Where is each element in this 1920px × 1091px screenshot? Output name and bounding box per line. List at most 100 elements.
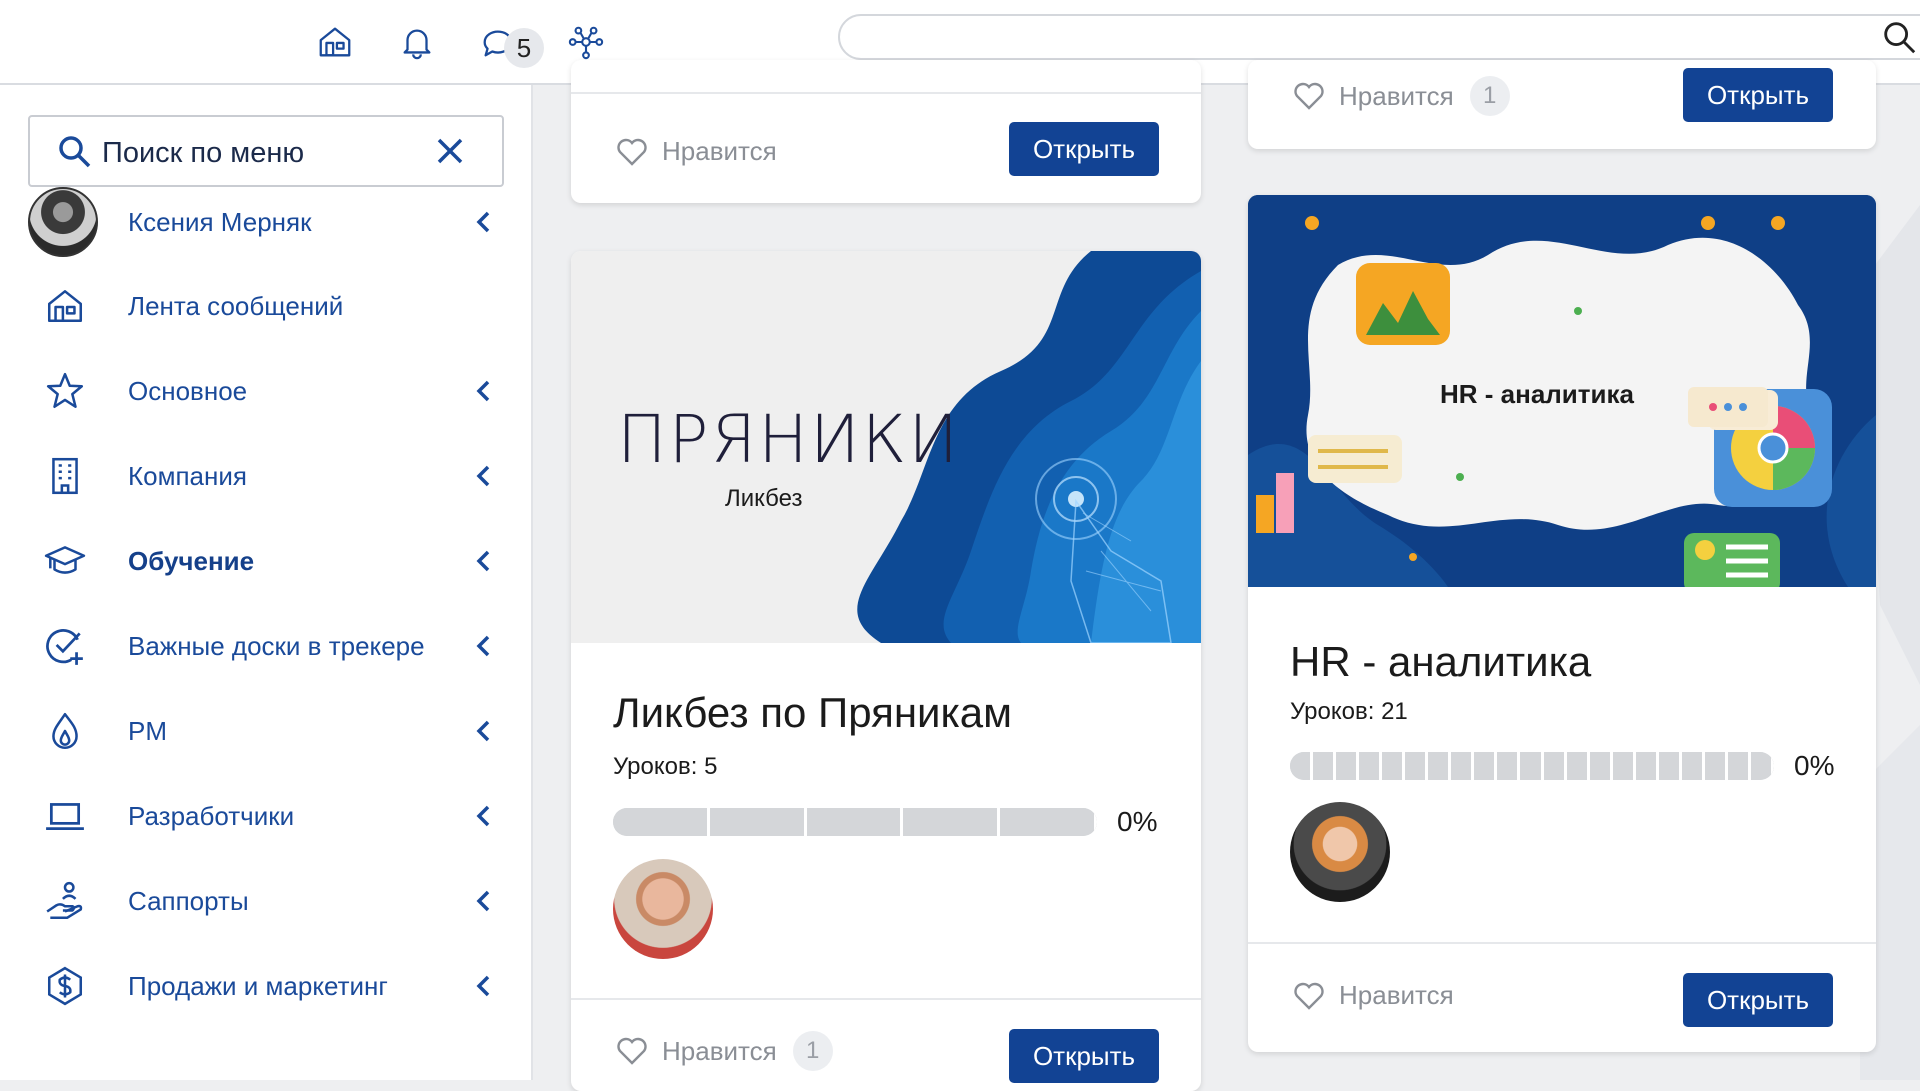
progress-segment [613,808,710,836]
progress-segment [1681,752,1705,780]
sidebar-item-company[interactable]: Компания [0,441,531,511]
progress-segment [1359,752,1383,780]
progress-segment [1290,752,1314,780]
menu-search-field[interactable] [28,115,504,187]
sidebar-item-main[interactable]: Основное [0,356,531,426]
open-button[interactable]: Открыть [1683,973,1833,1027]
cover-title: HR - аналитика [1440,379,1634,409]
open-button[interactable]: Открыть [1683,68,1833,122]
sidebar: Ксения Мерняк Лента сообщений Основное К… [0,85,533,1080]
progress-segment [1336,752,1360,780]
progress-segment [1405,752,1429,780]
sidebar-item-pm[interactable]: PM [0,696,531,766]
progress-segment [1313,752,1337,780]
progress-segment [1635,752,1659,780]
sidebar-item-learning[interactable]: Обучение [0,526,531,596]
course-card: Нравится 1 Открыть [1248,60,1876,149]
like-button[interactable]: Нравится [1293,980,1454,1011]
progress-segment [1612,752,1636,780]
author-avatar[interactable] [1290,802,1390,902]
search-icon[interactable] [1880,18,1918,56]
like-button[interactable]: Нравится [616,136,777,167]
like-label: Нравится [1339,980,1454,1010]
chevron-left-icon [476,890,490,912]
sidebar-item-label: Важные доски в трекере [128,630,425,661]
heart-icon [1294,82,1324,110]
close-icon[interactable] [430,131,470,171]
laptop-icon [42,793,88,839]
global-search-input[interactable] [838,14,1920,60]
progress-segment [1658,752,1682,780]
chevron-left-icon [476,465,490,487]
cover-subtitle: Ликбез [725,485,803,512]
progress-segment [709,808,807,836]
heart-icon [1294,982,1324,1010]
sidebar-item-support[interactable]: Саппорты [0,866,531,936]
home-icon[interactable] [311,18,359,66]
search-icon [59,136,91,168]
sidebar-item-label: Обучение [128,545,255,576]
chevron-left-icon [476,720,490,742]
course-card-hr[interactable]: HR - аналитика HR - аналитика Уроков: 21… [1248,195,1876,1052]
network-icon[interactable] [562,18,610,66]
open-button[interactable]: Открыть [1009,1029,1159,1083]
sidebar-item-label: PM [128,715,167,746]
lessons-count: Уроков: 21 [1290,698,1408,725]
like-label: Нравится [1339,80,1454,111]
course-cover: ПРЯНИКИ Ликбез [571,251,1201,643]
progress-bar [613,808,1097,836]
progress-segment [1566,752,1590,780]
progress-segment [1382,752,1406,780]
progress-segment [806,808,904,836]
sidebar-item-label: Продажи и маркетинг [128,970,388,1001]
sidebar-item-feed[interactable]: Лента сообщений [0,271,531,341]
course-title[interactable]: HR - аналитика [1290,638,1591,686]
course-card: Нравится Открыть [571,60,1201,203]
chevron-left-icon [476,975,490,997]
progress-segment [1704,752,1728,780]
chevron-left-icon [476,635,490,657]
avatar [28,187,98,257]
sidebar-item-developers[interactable]: Разработчики [0,781,531,851]
bell-icon[interactable] [393,18,441,66]
heart-icon [617,1037,647,1065]
like-count: 1 [1469,76,1510,116]
messages-count-badge: 5 [504,28,544,68]
like-button[interactable]: Нравится 1 [616,1031,833,1071]
progress-bar [1290,752,1774,780]
sidebar-item-label: Лента сообщений [128,290,344,321]
chevron-left-icon [476,550,490,572]
sidebar-item-label: Основное [128,375,248,406]
dollar-icon [42,963,88,1009]
divider [571,998,1201,1000]
open-button[interactable]: Открыть [1009,122,1159,176]
home-icon [42,283,88,329]
sidebar-item-label: Компания [128,460,247,491]
sidebar-item-sales-marketing[interactable]: Продажи и маркетинг [0,951,531,1021]
chevron-left-icon [476,380,490,402]
sidebar-item-profile[interactable]: Ксения Мерняк [0,187,531,257]
sidebar-item-tracker-boards[interactable]: Важные доски в трекере [0,611,531,681]
author-avatar[interactable] [613,859,713,959]
menu-search-input[interactable] [100,125,424,181]
chevron-left-icon [476,211,490,233]
progress-percent: 0% [1117,806,1158,837]
course-title[interactable]: Ликбез по Пряникам [613,689,1012,737]
support-hand-icon [42,878,88,924]
like-button[interactable]: Нравится 1 [1293,76,1510,116]
progress-segment [1474,752,1498,780]
progress-segment [1000,808,1097,836]
like-count: 1 [792,1031,833,1071]
check-plus-icon [42,623,88,669]
progress-segment [1750,752,1774,780]
sidebar-item-label: Разработчики [128,800,295,831]
progress-segment [903,808,1001,836]
sidebar-item-label: Саппорты [128,885,249,916]
like-label: Нравится [662,136,777,166]
graduation-cap-icon [42,538,88,584]
progress-segment [1497,752,1521,780]
course-card-likbez[interactable]: ПРЯНИКИ Ликбез Ликбез по Пряникам Уроков… [571,251,1201,1091]
progress-segment [1589,752,1613,780]
progress-percent: 0% [1794,750,1835,781]
building-icon [42,453,88,499]
